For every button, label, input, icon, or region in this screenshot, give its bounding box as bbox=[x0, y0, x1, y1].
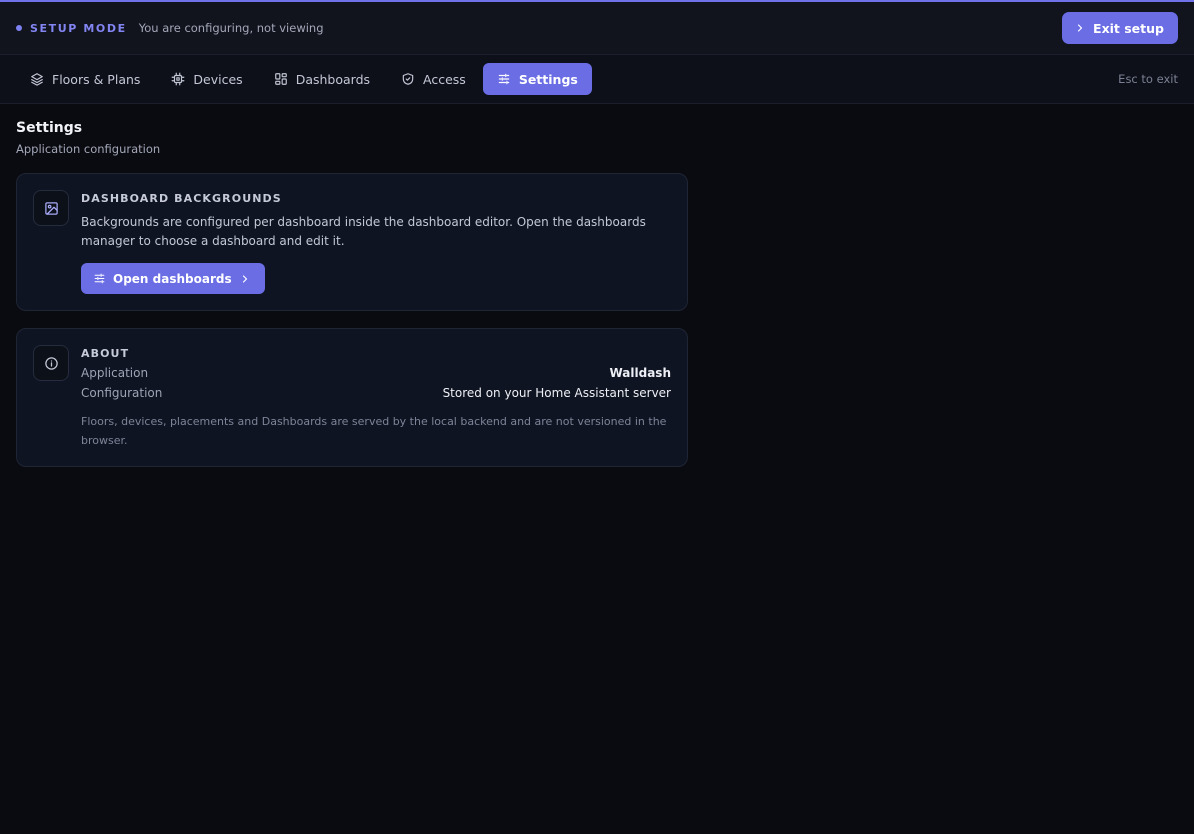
tab-label: Settings bbox=[518, 71, 578, 87]
card-description: Backgrounds are configured per dashboard… bbox=[81, 215, 646, 248]
about-note: Floors, devices, placements and Dashboar… bbox=[81, 415, 667, 447]
page-subtitle: Application configuration bbox=[16, 142, 161, 156]
card-title: DASHBOARD BACKGROUNDS bbox=[81, 192, 282, 205]
shield-icon bbox=[402, 73, 414, 85]
sliders-icon bbox=[498, 73, 510, 85]
chevron-right-icon bbox=[1077, 24, 1083, 32]
setup-tabs: Floors & Plans Devices Dashboards Access… bbox=[0, 55, 1194, 104]
tab-access[interactable]: Access bbox=[387, 63, 480, 95]
chip-icon bbox=[172, 72, 185, 86]
tab-floors-plans[interactable]: Floors & Plans bbox=[16, 63, 154, 95]
row-value: Stored on your Home Assistant server bbox=[442, 386, 671, 400]
status-dot bbox=[16, 25, 22, 31]
row-value: Walldash bbox=[609, 366, 671, 380]
sliders-icon bbox=[94, 273, 105, 284]
setup-mode-label: SETUP MODE bbox=[30, 21, 127, 35]
setup-mode-subtitle: You are configuring, not viewing bbox=[138, 21, 324, 35]
layers-icon bbox=[31, 73, 43, 86]
row-key: Configuration bbox=[81, 386, 163, 400]
card-icon-box bbox=[33, 190, 69, 226]
page-title: Settings bbox=[16, 120, 83, 136]
tab-dashboards[interactable]: Dashboards bbox=[260, 63, 384, 95]
card-icon-box bbox=[33, 345, 69, 381]
tab-devices[interactable]: Devices bbox=[157, 63, 256, 95]
info-icon bbox=[44, 356, 58, 370]
tab-label: Access bbox=[423, 71, 466, 87]
dashboard-backgrounds-card: DASHBOARD BACKGROUNDS Backgrounds are co… bbox=[16, 173, 688, 311]
image-icon bbox=[44, 201, 58, 215]
card-title: ABOUT bbox=[81, 347, 130, 360]
row-key: Application bbox=[81, 366, 149, 380]
about-card: ABOUT Application Walldash Configuration… bbox=[16, 328, 688, 467]
settings-content: Settings Application configuration DASHB… bbox=[16, 120, 688, 467]
open-dashboards-button[interactable]: Open dashboards bbox=[81, 263, 265, 294]
exit-setup-button[interactable]: Exit setup bbox=[1062, 12, 1178, 44]
tab-label: Floors & Plans bbox=[52, 71, 141, 87]
setup-mode-bar: SETUP MODE You are configuring, not view… bbox=[0, 0, 1194, 55]
open-dashboards-label: Open dashboards bbox=[113, 271, 232, 286]
chevron-right-icon bbox=[242, 274, 247, 283]
about-row-application: Application Walldash bbox=[81, 366, 671, 380]
exit-setup-label: Exit setup bbox=[1093, 20, 1164, 36]
grid-icon bbox=[274, 73, 287, 85]
tab-settings[interactable]: Settings bbox=[482, 63, 592, 95]
tab-label: Devices bbox=[193, 71, 243, 87]
tab-label: Dashboards bbox=[295, 71, 371, 87]
esc-hint: Esc to exit bbox=[1118, 72, 1178, 86]
about-row-configuration: Configuration Stored on your Home Assist… bbox=[81, 386, 671, 400]
